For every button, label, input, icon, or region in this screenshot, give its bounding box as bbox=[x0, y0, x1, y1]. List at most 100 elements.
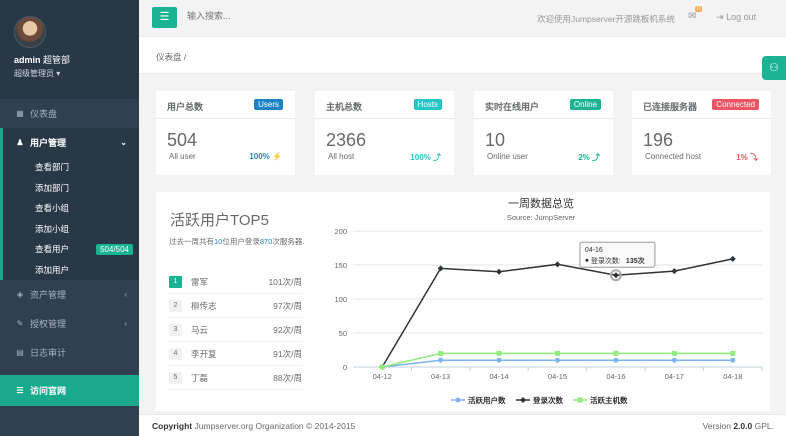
submenu-item-view-user[interactable]: 查看用户 504/504 bbox=[3, 239, 139, 260]
card-percent: 2% ⤴ bbox=[578, 152, 600, 163]
copyright: Copyright Jumpserver.org Organization © … bbox=[152, 421, 355, 431]
cube-icon: ◈ bbox=[16, 290, 24, 299]
sidebar-item-label: 访问官网 bbox=[30, 386, 67, 396]
profile-username: admin bbox=[14, 55, 41, 65]
rank-count: 101次/周 bbox=[268, 276, 302, 287]
data-point bbox=[496, 268, 503, 275]
sidebar-item-perm-mgmt[interactable]: ✎ 授权管理 ‹ bbox=[0, 309, 139, 338]
submenu-label: 添加用户 bbox=[35, 264, 70, 275]
sidebar-item-label: 资产管理 bbox=[30, 290, 67, 300]
card-label: Hosts bbox=[413, 99, 442, 110]
level-down-icon: ⤵ bbox=[750, 153, 758, 162]
mail-count-badge: 0 bbox=[695, 6, 703, 12]
avatar[interactable] bbox=[14, 16, 46, 48]
data-point bbox=[612, 272, 619, 279]
topbar: ☰ 欢迎使用Jumpserver开源跳板机系统 ✉ 0 ⇥ Log out bbox=[139, 0, 786, 37]
legend-marker bbox=[520, 397, 526, 403]
bolt-icon: ⚡ bbox=[272, 152, 282, 161]
rank-badge: 3 bbox=[169, 323, 182, 336]
submenu-label: 添加部门 bbox=[35, 182, 70, 193]
sidebar-item-dashboard[interactable]: ▦ 仪表盘 bbox=[0, 99, 139, 128]
overview-panel: 活跃用户TOP5 过去一周共有10位用户登录870次服务器. 1 雷军 101次… bbox=[156, 192, 770, 411]
data-point bbox=[613, 357, 619, 363]
rank-count: 91次/周 bbox=[273, 348, 302, 359]
legend-label: 活跃用户数 bbox=[468, 395, 506, 405]
top5-title: 活跃用户TOP5 bbox=[170, 212, 269, 229]
logout-label: Log out bbox=[726, 12, 757, 22]
card-percent: 100% ⤴ bbox=[410, 152, 441, 163]
rank-badge: 2 bbox=[169, 299, 182, 312]
data-point bbox=[496, 350, 502, 356]
user-count-badge: 504/504 bbox=[96, 243, 133, 255]
grid-icon: ▦ bbox=[16, 109, 24, 118]
rank-name: 丁磊 bbox=[191, 372, 209, 383]
breadcrumb[interactable]: 仪表盘 / bbox=[156, 51, 186, 63]
top5-list: 1 雷军 101次/周 2 柳传志 97次/周 3 马云 92次/周 4 李开复… bbox=[169, 270, 302, 390]
rank-name: 李开复 bbox=[191, 348, 217, 359]
share-icon[interactable]: ⚇ bbox=[762, 56, 786, 80]
rank-badge: 4 bbox=[169, 347, 182, 360]
search-input[interactable] bbox=[187, 11, 387, 21]
copyright-label: Copyright bbox=[152, 421, 193, 431]
sidebar-item-official-site[interactable]: ☰ 访问官网 bbox=[0, 375, 139, 406]
profile: admin 超管部 超级管理员 ▾ bbox=[0, 0, 139, 99]
sidebar-item-label: 授权管理 bbox=[30, 319, 67, 329]
x-tick-label: 04-16 bbox=[606, 372, 625, 381]
x-tick-label: 04-13 bbox=[431, 372, 450, 381]
top5-description: 过去一周共有10位用户登录870次服务器. bbox=[169, 236, 315, 247]
stat-card-users: 用户总数 Users 504 All user 100% ⚡ bbox=[156, 91, 295, 175]
rank-name: 雷军 bbox=[191, 276, 209, 287]
profile-role: 超级管理员 bbox=[14, 69, 54, 78]
card-percent: 1% ⤵ bbox=[736, 152, 758, 163]
card-header: 实时在线用户 Online bbox=[474, 91, 613, 119]
sidebar-item-asset-mgmt[interactable]: ◈ 资产管理 ‹ bbox=[0, 280, 139, 309]
data-point bbox=[555, 357, 560, 363]
chevron-down-icon: ⌄ bbox=[120, 138, 127, 147]
logout-link[interactable]: ⇥ Log out bbox=[716, 12, 756, 23]
x-tick-label: 04-17 bbox=[665, 372, 684, 381]
list-icon: ☰ bbox=[16, 386, 24, 395]
submenu-item-add-group[interactable]: 添加小组 bbox=[3, 219, 139, 240]
level-up-icon: ⤴ bbox=[592, 153, 600, 162]
card-percent-value: 2% bbox=[578, 153, 590, 162]
card-percent-value: 100% bbox=[249, 152, 270, 161]
stat-card-hosts: 主机总数 Hosts 2366 All host 100% ⤴ bbox=[315, 91, 454, 175]
welcome-text: 欢迎使用Jumpserver开源跳板机系统 bbox=[537, 14, 675, 24]
profile-role-dropdown[interactable]: 超级管理员 ▾ bbox=[14, 68, 139, 79]
legend-label: 活跃主机数 bbox=[590, 395, 628, 405]
chevron-left-icon: ‹ bbox=[124, 319, 127, 328]
version-label: Version bbox=[702, 421, 731, 431]
submenu-item-add-dept[interactable]: 添加部门 bbox=[3, 178, 139, 199]
sidebar-item-audit[interactable]: ▤ 日志审计 bbox=[0, 338, 139, 367]
breadcrumb-bar: 仪表盘 / ⚇ bbox=[139, 37, 786, 80]
chart-title: 一周数据总览 bbox=[508, 196, 574, 210]
profile-name[interactable]: admin 超管部 bbox=[14, 53, 139, 66]
envelope-icon[interactable]: ✉ bbox=[688, 11, 696, 22]
x-tick-label: 04-14 bbox=[489, 372, 508, 381]
sidebar-item-user-mgmt[interactable]: ♟ 用户管理 ⌄ bbox=[0, 128, 139, 157]
desc-middle: 位用户登录 bbox=[222, 237, 260, 246]
menu-toggle-button[interactable]: ☰ bbox=[152, 7, 177, 28]
submenu-item-view-dept[interactable]: 查看部门 bbox=[3, 157, 139, 178]
submenu-item-add-user[interactable]: 添加用户 bbox=[3, 260, 139, 281]
chevron-left-icon: ‹ bbox=[124, 290, 127, 299]
x-tick-label: 04-15 bbox=[548, 372, 567, 381]
y-tick-label: 50 bbox=[339, 329, 347, 338]
desc-prefix: 过去一周共有 bbox=[169, 237, 214, 246]
list-item: 1 雷军 101次/周 bbox=[169, 270, 302, 294]
caret-down-icon: ▾ bbox=[56, 69, 61, 78]
list-item: 4 李开复 91次/周 bbox=[169, 342, 302, 366]
data-point bbox=[438, 357, 444, 363]
copyright-text: Jumpserver.org Organization © 2014-2015 bbox=[194, 421, 356, 431]
submenu-label: 查看用户 bbox=[35, 244, 70, 255]
list-item: 2 柳传志 97次/周 bbox=[169, 294, 302, 318]
sidebar-nav: ▦ 仪表盘 ♟ 用户管理 ⌄ 查看部门 添加部门 查看小组 添加小组 查看用户 … bbox=[0, 99, 139, 367]
y-tick-label: 150 bbox=[334, 261, 347, 270]
rank-name: 柳传志 bbox=[191, 300, 217, 311]
submenu-item-view-group[interactable]: 查看小组 bbox=[3, 198, 139, 219]
card-title: 主机总数 bbox=[326, 102, 363, 112]
sign-out-icon: ⇥ bbox=[716, 12, 724, 22]
card-header: 用户总数 Users bbox=[156, 91, 295, 119]
y-tick-label: 0 bbox=[343, 363, 347, 372]
rank-count: 88次/周 bbox=[273, 372, 302, 383]
